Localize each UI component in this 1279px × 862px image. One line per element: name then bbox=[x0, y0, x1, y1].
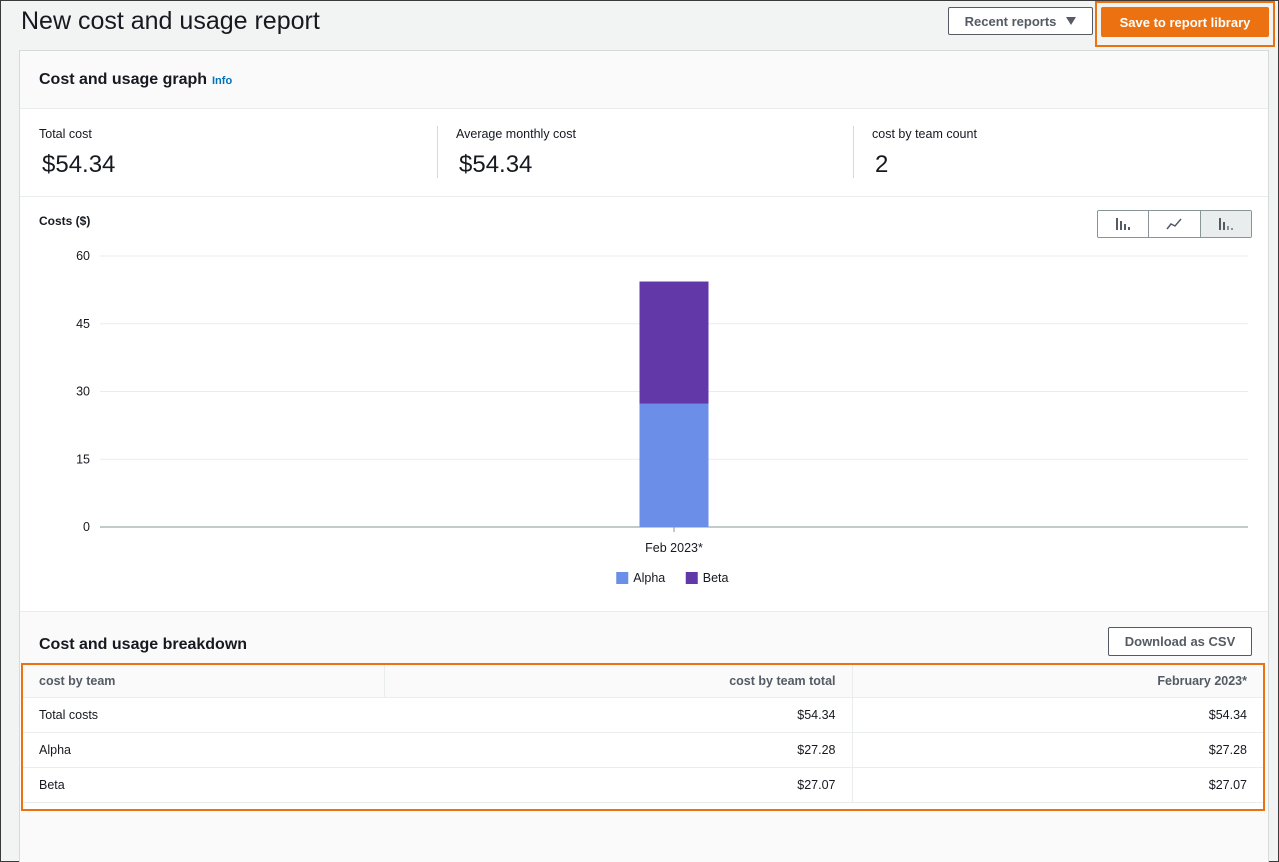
x-tick-label: Feb 2023* bbox=[645, 541, 703, 555]
y-tick-label: 15 bbox=[76, 452, 90, 466]
bar-segment-beta bbox=[639, 281, 709, 404]
breakdown-table: cost by team cost by team total February… bbox=[23, 665, 1263, 803]
table-cell: Total costs bbox=[23, 697, 384, 733]
metric-label: Average monthly cost bbox=[456, 127, 576, 141]
metric-label: cost by team count bbox=[872, 127, 977, 141]
legend-swatch-alpha bbox=[616, 572, 629, 584]
caret-down-icon bbox=[1066, 17, 1077, 25]
table-cell: $54.34 bbox=[852, 697, 1263, 733]
breakdown-table-highlight: cost by team cost by team total February… bbox=[21, 663, 1265, 811]
bar-segment-alpha bbox=[639, 403, 709, 527]
bar-chart-icon[interactable] bbox=[1098, 211, 1150, 237]
table-cell: $27.07 bbox=[384, 767, 853, 803]
chart-type-toggle bbox=[1097, 210, 1252, 238]
table-cell: Beta bbox=[23, 767, 384, 803]
table-cell: $27.28 bbox=[384, 732, 853, 768]
recent-reports-button[interactable]: Recent reports bbox=[948, 7, 1093, 35]
table-cell: $27.07 bbox=[852, 767, 1263, 803]
metric-divider bbox=[437, 126, 438, 178]
metrics-row: Total cost $54.34 Average monthly cost $… bbox=[20, 109, 1268, 197]
save-button-highlight: Save to report library bbox=[1095, 1, 1275, 47]
column-header[interactable]: cost by team bbox=[23, 665, 384, 698]
page-title: New cost and usage report bbox=[21, 7, 320, 35]
metric-value: $54.34 bbox=[42, 151, 116, 178]
legend-swatch-beta bbox=[685, 572, 698, 584]
table-row: Alpha $27.28 $27.28 bbox=[23, 732, 1263, 768]
table-cell: Alpha bbox=[23, 732, 384, 768]
column-header[interactable]: cost by team total bbox=[383, 665, 852, 698]
column-header[interactable]: February 2023* bbox=[851, 665, 1263, 698]
graph-header: Cost and usage graph Info bbox=[20, 51, 1268, 109]
table-row: Total costs $54.34 $54.34 bbox=[23, 697, 1263, 733]
metric-value: 2 bbox=[875, 151, 889, 178]
metric-value: $54.34 bbox=[459, 151, 533, 178]
metric-label: Total cost bbox=[39, 127, 92, 141]
y-tick-label: 0 bbox=[83, 520, 90, 534]
table-header-row: cost by team cost by team total February… bbox=[23, 665, 1263, 698]
chart-y-axis-label: Costs ($) bbox=[39, 214, 91, 228]
y-tick-label: 60 bbox=[76, 249, 90, 263]
stacked-bar-chart-icon[interactable] bbox=[1200, 211, 1251, 237]
table-cell: $54.34 bbox=[384, 697, 853, 733]
cost-chart: 0 15 30 45 60 Feb 2023* Alpha Beta bbox=[76, 249, 1248, 585]
breakdown-title: Cost and usage breakdown bbox=[39, 636, 248, 653]
download-csv-button[interactable]: Download as CSV bbox=[1108, 627, 1252, 656]
legend-label-alpha: Alpha bbox=[633, 571, 665, 585]
graph-title: Cost and usage graph bbox=[39, 71, 208, 88]
metric-divider bbox=[853, 126, 854, 178]
line-chart-icon[interactable] bbox=[1149, 211, 1201, 237]
save-to-report-library-button[interactable]: Save to report library bbox=[1101, 7, 1269, 37]
page-header: New cost and usage report Recent reports… bbox=[1, 1, 1279, 49]
table-cell: $27.28 bbox=[852, 732, 1263, 768]
y-tick-label: 30 bbox=[76, 385, 90, 399]
table-row: Beta $27.07 $27.07 bbox=[23, 767, 1263, 803]
info-link[interactable]: Info bbox=[212, 75, 232, 87]
legend-label-beta: Beta bbox=[703, 571, 729, 585]
recent-reports-label: Recent reports bbox=[964, 13, 1057, 29]
y-tick-label: 45 bbox=[76, 317, 90, 331]
